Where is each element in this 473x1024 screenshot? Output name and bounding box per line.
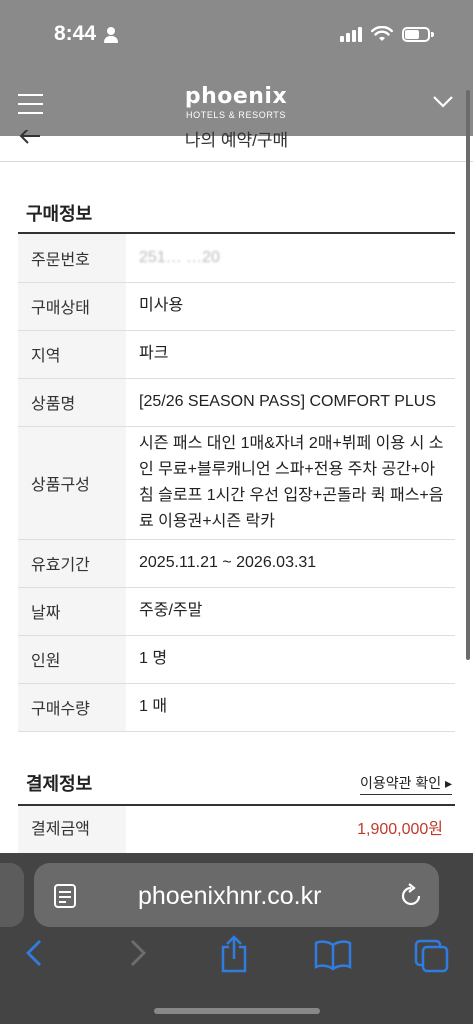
row-value: [25/26 SEASON PASS] COMFORT PLUS — [126, 378, 455, 427]
forward-icon[interactable] — [126, 935, 148, 975]
row-value: 1 명 — [126, 635, 455, 684]
status-bar: 8:44 — [0, 0, 473, 70]
wifi-icon — [371, 26, 393, 41]
page-title: 나의 예약/구매 — [184, 131, 289, 150]
row-label: 유효기간 — [18, 539, 126, 588]
share-icon[interactable] — [219, 935, 249, 975]
row-label: 지역 — [18, 330, 126, 379]
table-row: 구매상태 미사용 — [18, 282, 455, 331]
table-row: 구매수량 1 매 — [18, 683, 455, 732]
person-icon — [104, 27, 118, 43]
chevron-down-icon[interactable] — [432, 95, 454, 109]
page-menu-icon[interactable] — [54, 884, 76, 908]
purchase-info-table: 주문번호 251… …20 구매상태 미사용 지역 파크 상품명 [25/26 … — [18, 234, 455, 732]
row-value: 파크 — [126, 330, 455, 379]
row-label: 상품명 — [18, 378, 126, 427]
tabs-icon[interactable] — [414, 935, 450, 975]
page-heading-bar: 나의 예약/구매 — [0, 130, 473, 162]
reload-icon[interactable] — [398, 883, 424, 909]
home-indicator[interactable] — [154, 1008, 320, 1014]
table-row: 상품명 [25/26 SEASON PASS] COMFORT PLUS — [18, 378, 455, 427]
battery-icon — [402, 27, 434, 42]
row-value: 주중/주말 — [126, 587, 455, 636]
row-label: 인원 — [18, 635, 126, 684]
table-row: 날짜 주중/주말 — [18, 587, 455, 636]
address-bar[interactable]: phoenixhnr.co.kr — [34, 863, 439, 927]
status-time: 8:44 — [54, 22, 97, 45]
row-value: 미사용 — [126, 282, 455, 331]
row-value: 시즌 패스 대인 1매&자녀 2매+뷔페 이용 시 소인 무료+블루캐니언 스파… — [126, 426, 455, 540]
payment-info-title: 결제정보 — [26, 774, 93, 794]
brand-subtitle: HOTELS & RESORTS — [186, 110, 286, 120]
menu-icon[interactable] — [18, 94, 43, 114]
back-icon[interactable] — [24, 935, 46, 975]
browser-toolbar: phoenixhnr.co.kr — [0, 853, 473, 1024]
amount-label: 결제금액 — [18, 806, 126, 854]
row-label: 상품구성 — [18, 426, 126, 540]
brand-logo[interactable]: phoenix HOTELS & RESORTS — [180, 84, 292, 120]
bookmarks-icon[interactable] — [314, 935, 352, 975]
terms-link[interactable]: 이용약관 확인 ▸ — [360, 773, 453, 795]
scrollbar[interactable] — [466, 90, 470, 660]
row-label: 구매수량 — [18, 683, 126, 732]
table-row: 유효기간 2025.11.21 ~ 2026.03.31 — [18, 539, 455, 588]
row-label: 날짜 — [18, 587, 126, 636]
previous-tab-preview[interactable] — [0, 863, 24, 927]
brand-name: phoenix — [184, 84, 288, 109]
row-value: 2025.11.21 ~ 2026.03.31 — [126, 539, 455, 588]
row-label: 구매상태 — [18, 282, 126, 331]
row-label: 주문번호 — [18, 234, 126, 283]
table-row: 주문번호 251… …20 — [18, 234, 455, 283]
table-row: 상품구성 시즌 패스 대인 1매&자녀 2매+뷔페 이용 시 소인 무료+블루캐… — [18, 426, 455, 540]
purchase-info-title: 구매정보 — [26, 204, 93, 224]
payment-amount-row: 결제금액 1,900,000원 — [18, 806, 455, 854]
cellular-signal-icon — [340, 26, 364, 42]
app-header: 8:44 phoenix HOTELS & RESORTS — [0, 0, 473, 136]
row-value: 1 매 — [126, 683, 455, 732]
amount-value: 1,900,000원 — [357, 821, 443, 838]
table-row: 인원 1 명 — [18, 635, 455, 684]
order-number: 251… …20 — [126, 234, 455, 283]
browser-nav — [0, 935, 473, 985]
url-text[interactable]: phoenixhnr.co.kr — [138, 882, 321, 911]
table-row: 지역 파크 — [18, 330, 455, 379]
